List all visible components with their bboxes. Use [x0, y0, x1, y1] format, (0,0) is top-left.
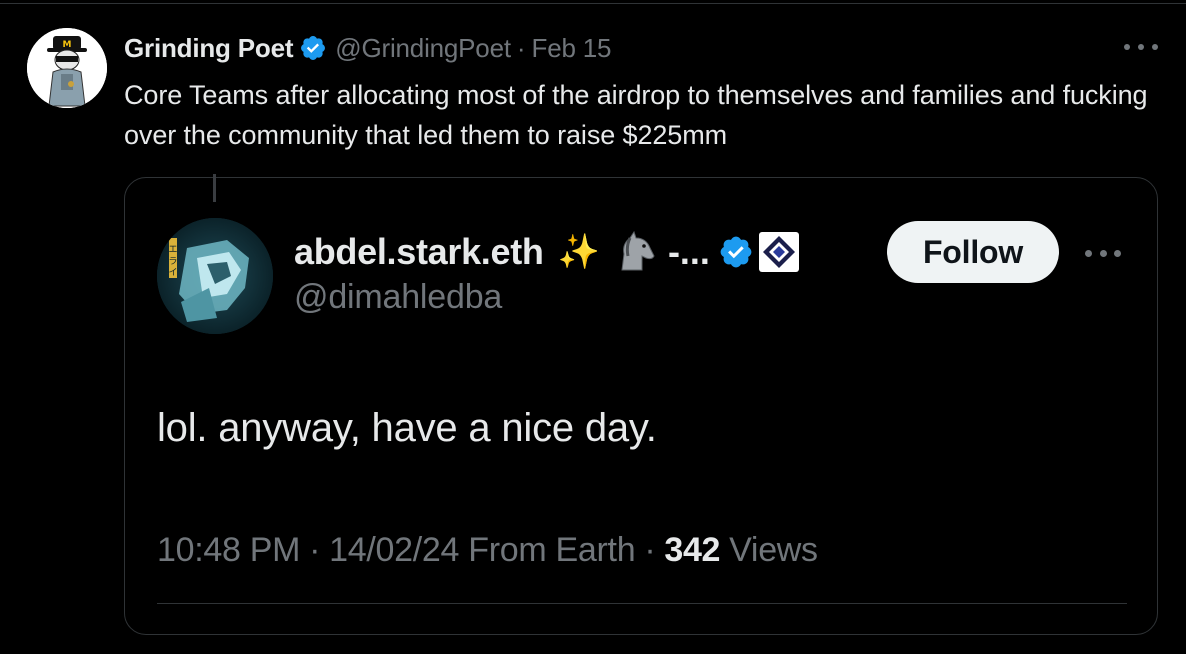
more-options-button[interactable]	[1124, 36, 1158, 58]
views-label: Views	[729, 530, 818, 569]
tweet-text: Core Teams after allocating most of the …	[124, 80, 1148, 150]
quoted-more-options-button[interactable]	[1085, 247, 1121, 259]
sparkles-emoji: ✨	[557, 233, 600, 271]
quoted-author-name-row: abdel.stark.eth ✨ -...	[294, 230, 800, 274]
svg-text:イ: イ	[168, 268, 177, 278]
quoted-author-avatar[interactable]: エ ラ イ	[157, 218, 273, 334]
quoted-tweet-date[interactable]: 14/02/24 From Earth	[329, 531, 635, 570]
meta-separator: ·	[644, 530, 656, 569]
quoted-tweet-divider	[157, 603, 1127, 604]
more-horizontal-icon	[1124, 44, 1130, 50]
follow-button[interactable]: Follow	[887, 221, 1059, 283]
quoted-tweet-time[interactable]: 10:48 PM	[157, 531, 300, 570]
quoted-tweet-metadata: 10:48 PM · 14/02/24 From Earth · 342 Vie…	[157, 528, 818, 572]
quoted-author-display-name[interactable]: abdel.stark.eth	[294, 231, 544, 273]
unicorn-icon	[621, 230, 655, 271]
bandit-character-avatar-icon: M	[27, 28, 107, 108]
thread-line	[213, 174, 216, 202]
quoted-author-handle[interactable]: @dimahledba	[294, 278, 502, 317]
author-display-name[interactable]: Grinding Poet	[124, 33, 293, 64]
quoted-author-name-suffix: -...	[667, 231, 710, 272]
svg-text:ラ: ラ	[168, 256, 177, 267]
views-count: 342	[664, 530, 721, 569]
tweet[interactable]: M Grinding Poet @GrindingPoet · Feb 15 C…	[0, 0, 1186, 654]
starknet-affiliate-badge-icon[interactable]	[758, 231, 800, 273]
quoted-tweet-text: lol. anyway, have a nice day.	[157, 406, 657, 450]
svg-text:M: M	[63, 40, 72, 50]
svg-text:エ: エ	[168, 245, 177, 255]
quoted-verified-badge-icon[interactable]	[718, 234, 754, 270]
tweet-header: Grinding Poet @GrindingPoet · Feb 15	[124, 31, 611, 65]
more-horizontal-icon	[1085, 249, 1092, 257]
author-avatar[interactable]: M	[27, 28, 107, 108]
header-separator: ·	[516, 32, 526, 63]
tweet-date[interactable]: Feb 15	[532, 33, 612, 64]
verified-badge-icon[interactable]	[299, 34, 327, 62]
meta-separator: ·	[309, 530, 321, 569]
anime-robot-avatar-icon: エ ラ イ	[157, 218, 273, 334]
author-handle[interactable]: @GrindingPoet	[335, 33, 511, 64]
